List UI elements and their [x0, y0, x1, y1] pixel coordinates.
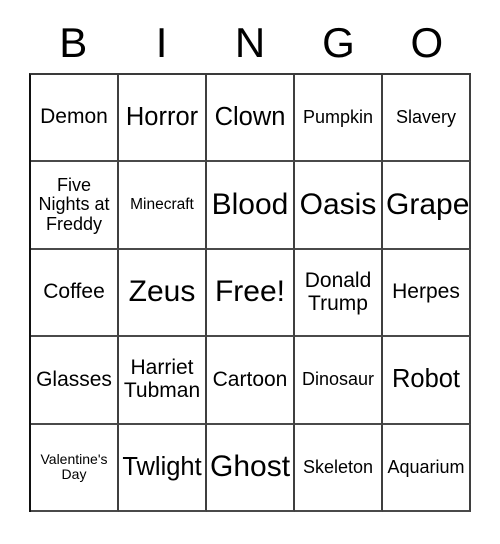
bingo-card: B I N G O Demon Horror Clown Pumpkin Sla… — [0, 0, 500, 544]
header-letter-i: I — [155, 19, 168, 66]
bingo-cell[interactable]: Horror — [119, 75, 207, 163]
bingo-cell-label: Slavery — [395, 106, 457, 127]
bingo-cell[interactable]: Pumpkin — [295, 75, 383, 163]
bingo-row: Demon Horror Clown Pumpkin Slavery — [31, 75, 471, 163]
bingo-cell[interactable]: Herpes — [383, 249, 471, 338]
bingo-cell[interactable]: Oasis — [295, 162, 383, 250]
bingo-grid: Demon Horror Clown Pumpkin Slavery Five … — [29, 73, 471, 513]
bingo-cell-label: Pumpkin — [302, 106, 374, 127]
bingo-cell[interactable]: Cartoon — [207, 337, 295, 425]
bingo-cell-label: Zeus — [128, 275, 196, 309]
bingo-row: Coffee Zeus Free! Donald Trump Herpes — [31, 249, 471, 338]
bingo-cell-label: Aquarium — [387, 456, 465, 477]
bingo-row: Five Nights at Freddy Minecraft Blood Oa… — [31, 162, 471, 250]
bingo-cell[interactable]: Harriet Tubman — [119, 337, 207, 425]
bingo-row: Glasses Harriet Tubman Cartoon Dinosaur … — [31, 337, 471, 425]
header-letter-b: B — [59, 19, 88, 66]
bingo-cell[interactable]: Aquarium — [383, 424, 471, 513]
bingo-cell[interactable]: Glasses — [31, 337, 119, 425]
bingo-cell-label: Robot — [391, 365, 461, 394]
bingo-cell-label: Valentine's Day — [40, 451, 108, 483]
bingo-cell-free[interactable]: Free! — [207, 249, 295, 338]
header-letter-n: N — [234, 19, 266, 66]
bingo-cell[interactable]: Robot — [383, 337, 471, 425]
bingo-header: B I N G O — [29, 18, 471, 73]
bingo-cell[interactable]: Valentine's Day — [31, 424, 119, 513]
bingo-cell[interactable]: Demon — [31, 75, 119, 163]
bingo-cell[interactable]: Clown — [207, 75, 295, 163]
bingo-cell-label: Dinosaur — [301, 369, 375, 390]
header-letter-o: O — [410, 19, 444, 66]
bingo-cell-label: Skeleton — [302, 456, 374, 477]
bingo-cell-label: Twlight — [122, 452, 202, 481]
bingo-cell[interactable]: Minecraft — [119, 162, 207, 250]
bingo-cell-label: Blood — [211, 187, 289, 221]
bingo-cell[interactable]: Five Nights at Freddy — [31, 162, 119, 250]
bingo-cell[interactable]: Zeus — [119, 249, 207, 338]
bingo-cell[interactable]: Skeleton — [295, 424, 383, 513]
bingo-cell-label: Herpes — [392, 280, 460, 304]
bingo-cell-label: Glasses — [36, 367, 112, 391]
bingo-cell-label: Demon — [40, 105, 108, 129]
bingo-cell[interactable]: Blood — [207, 162, 295, 250]
bingo-cell-label: Minecraft — [130, 195, 194, 213]
bingo-row: Valentine's Day Twlight Ghost Skeleton A… — [31, 424, 471, 513]
bingo-cell-label: Horror — [125, 102, 199, 131]
bingo-cell-label: Clown — [214, 102, 286, 131]
bingo-cell-label: Cartoon — [212, 367, 288, 391]
bingo-cell-label: Donald Trump — [304, 268, 372, 315]
bingo-cell[interactable]: Grape — [383, 162, 471, 250]
bingo-cell[interactable]: Dinosaur — [295, 337, 383, 425]
bingo-cell-label: Oasis — [299, 187, 377, 221]
bingo-cell[interactable]: Twlight — [119, 424, 207, 513]
bingo-cell[interactable]: Donald Trump — [295, 249, 383, 338]
bingo-cell-label: Ghost — [210, 450, 291, 484]
bingo-cell[interactable]: Slavery — [383, 75, 471, 163]
bingo-cell-label: Coffee — [43, 280, 105, 304]
header-letter-g: G — [322, 19, 355, 66]
bingo-cell[interactable]: Coffee — [31, 249, 119, 338]
bingo-cell-label: Harriet Tubman — [123, 356, 201, 402]
bingo-cell[interactable]: Ghost — [207, 424, 295, 513]
bingo-cell-label: Grape — [386, 187, 470, 221]
bingo-cell-label: Free! — [214, 275, 286, 309]
bingo-cell-label: Five Nights at Freddy — [38, 174, 110, 234]
